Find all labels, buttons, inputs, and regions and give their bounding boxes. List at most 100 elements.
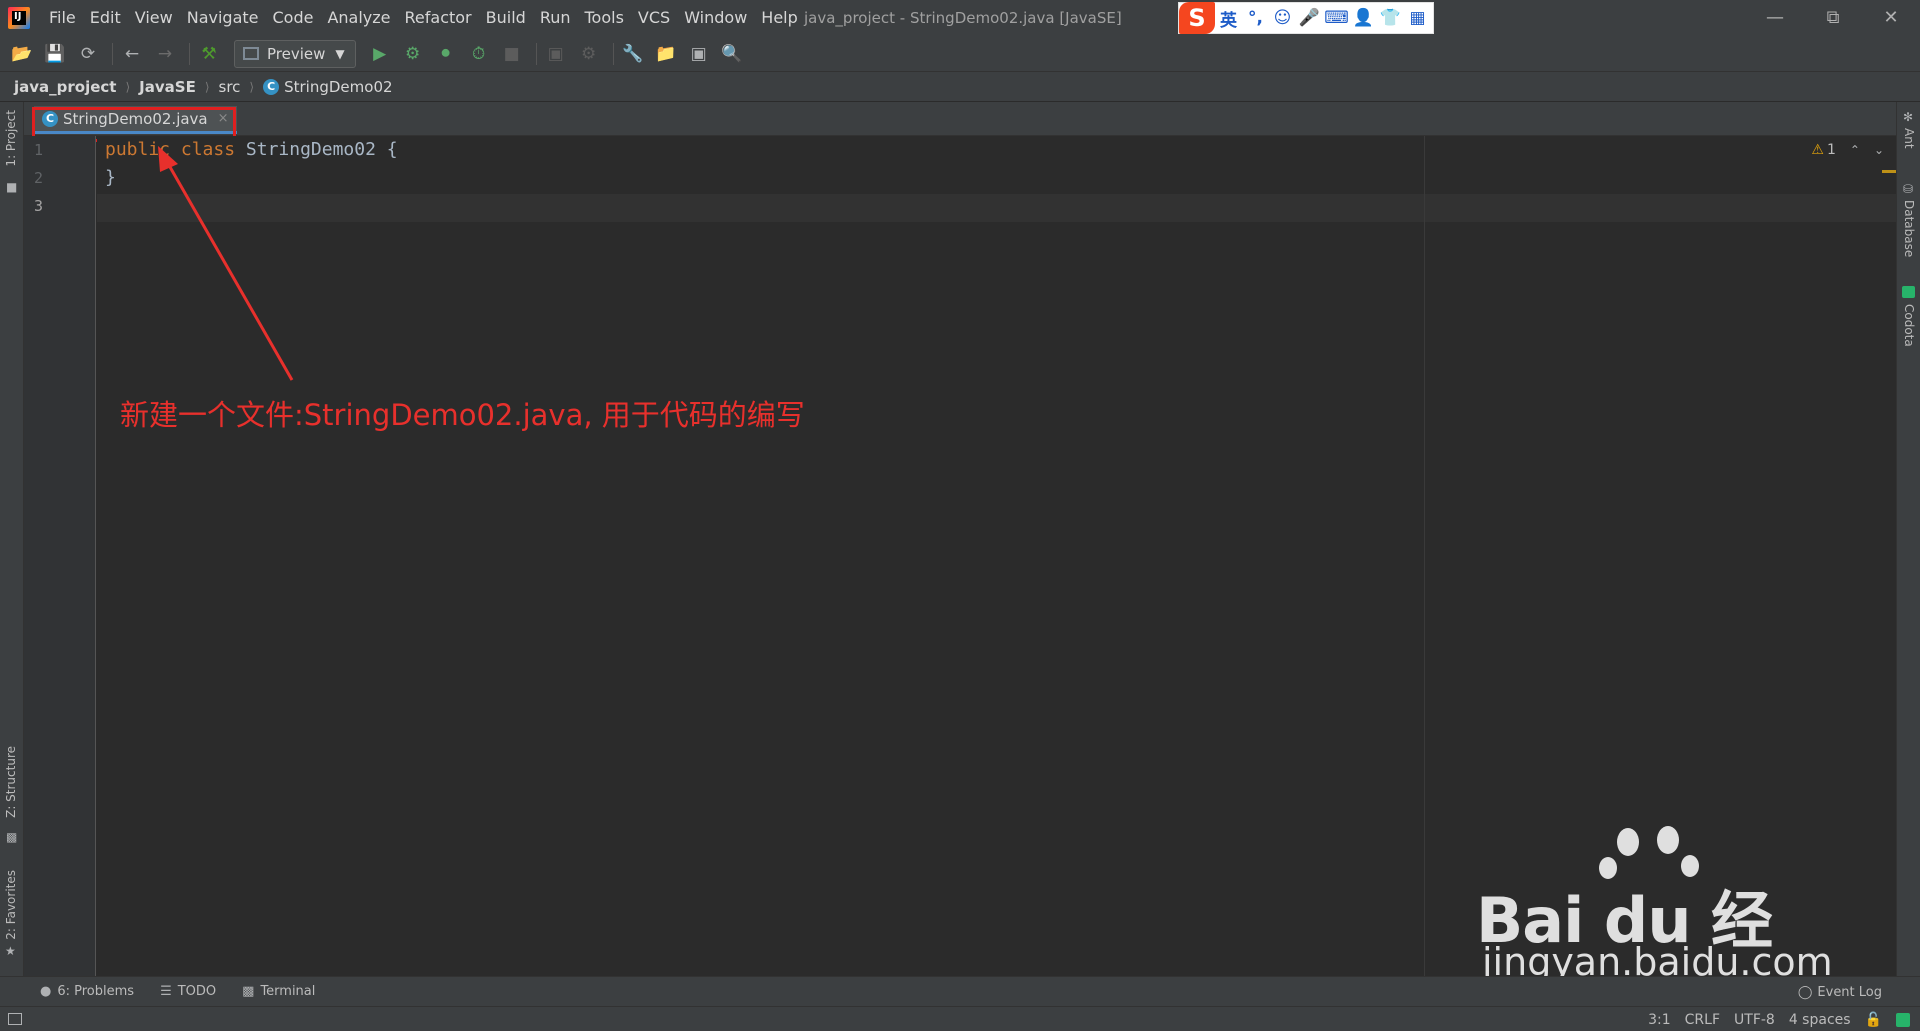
- lock-icon[interactable]: 🔓: [1865, 1012, 1882, 1028]
- code-line-1: public class StringDemo02 {: [105, 139, 398, 160]
- menu-tools[interactable]: Tools: [578, 0, 631, 36]
- restore-button[interactable]: ⧉: [1804, 0, 1862, 36]
- menu-refactor[interactable]: Refactor: [398, 0, 479, 36]
- ime-emoji-icon[interactable]: ☺: [1269, 8, 1296, 28]
- menu-vcs[interactable]: VCS: [631, 0, 677, 36]
- minimize-button[interactable]: —: [1746, 0, 1804, 36]
- ime-toolbar: S 英 °, ☺ 🎤 ⌨ 👤 👕 ▦: [1178, 2, 1434, 34]
- codota-icon: [1902, 286, 1915, 298]
- breadcrumb-module[interactable]: JavaSE: [139, 78, 196, 96]
- debug-icon[interactable]: ⚙: [399, 40, 427, 68]
- run-icon[interactable]: ▶: [366, 40, 394, 68]
- menu-navigate[interactable]: Navigate: [180, 0, 266, 36]
- warning-stripe-marker[interactable]: [1882, 170, 1896, 173]
- editor-tab-bar: C StringDemo02.java ×: [24, 102, 1896, 136]
- keyword-public: public: [105, 139, 171, 160]
- build-hammer-icon[interactable]: ⚒: [195, 40, 223, 68]
- ime-punctuation-icon[interactable]: °,: [1242, 8, 1269, 28]
- breadcrumb-chevron-icon: ⟩: [125, 79, 131, 94]
- ime-voice-icon[interactable]: 🎤: [1296, 8, 1323, 28]
- breadcrumb-project[interactable]: java_project: [14, 78, 116, 96]
- status-right-group: 3:1 CRLF UTF-8 4 spaces 🔓: [1634, 1007, 1910, 1031]
- line-separator[interactable]: CRLF: [1685, 1012, 1720, 1028]
- save-all-icon[interactable]: 💾: [41, 40, 69, 68]
- menu-file[interactable]: File: [42, 0, 83, 36]
- forward-icon[interactable]: →: [151, 40, 179, 68]
- ime-skin-icon[interactable]: 👕: [1377, 8, 1404, 28]
- attach-debugger-icon: ▣: [547, 43, 564, 64]
- project-structure-icon[interactable]: 📁: [652, 40, 680, 68]
- structure-icon: ▩: [6, 830, 18, 844]
- breadcrumb-src[interactable]: src: [219, 78, 241, 96]
- menu-edit[interactable]: Edit: [83, 0, 128, 36]
- sync-icon[interactable]: ⟳: [74, 40, 102, 68]
- breadcrumb: java_project ⟩ JavaSE ⟩ src ⟩ C StringDe…: [0, 72, 1920, 102]
- caret-position[interactable]: 3:1: [1648, 1012, 1671, 1028]
- favorites-tool-tab[interactable]: 2: Favorites: [4, 870, 18, 940]
- run-config-icon: [243, 47, 259, 60]
- ime-keyboard-icon[interactable]: ⌨: [1323, 8, 1350, 28]
- tool-window-bar: ● 6: Problems ☰ TODO ▩ Terminal ◯ Event …: [0, 976, 1920, 1006]
- terminal-tool-tab[interactable]: ▩ Terminal: [242, 984, 315, 999]
- ime-language-toggle[interactable]: 英: [1215, 6, 1242, 31]
- problems-icon: ●: [40, 984, 52, 999]
- line-number: 1: [34, 141, 44, 159]
- todo-tool-tab[interactable]: ☰ TODO: [160, 984, 216, 999]
- ime-toolbox-icon[interactable]: ▦: [1404, 8, 1431, 28]
- event-log-icon: ◯: [1797, 984, 1813, 1000]
- run-configuration-dropdown[interactable]: Preview ▼: [234, 39, 356, 68]
- intellij-logo-icon: IJ: [8, 7, 30, 29]
- warning-count: 1: [1826, 142, 1836, 158]
- sogou-logo-icon[interactable]: S: [1179, 2, 1215, 34]
- next-highlight-icon[interactable]: ⌄: [1874, 143, 1884, 157]
- toolbar-separator: [535, 42, 537, 65]
- title-bar: IJ File Edit View Navigate Code Analyze …: [0, 0, 1920, 36]
- project-tool-tab[interactable]: 1: Project: [4, 110, 18, 167]
- terminal-icon: ▩: [242, 984, 255, 999]
- search-icon[interactable]: 🔍: [718, 40, 746, 68]
- codota-status-icon[interactable]: [1896, 1012, 1910, 1027]
- stop-icon: ■: [503, 43, 520, 64]
- menu-run[interactable]: Run: [533, 0, 578, 36]
- menu-help[interactable]: Help: [754, 0, 804, 36]
- presentation-icon[interactable]: ▣: [685, 40, 713, 68]
- toggle-tool-windows-icon[interactable]: [8, 1013, 22, 1025]
- todo-label: TODO: [177, 984, 217, 999]
- settings-wrench-icon[interactable]: 🔧: [619, 40, 647, 68]
- right-margin-guide: [1424, 136, 1425, 976]
- indent-setting[interactable]: 4 spaces: [1789, 1012, 1851, 1028]
- line-number: 3: [34, 197, 44, 215]
- breadcrumb-class[interactable]: StringDemo02: [284, 78, 392, 96]
- structure-tool-tab[interactable]: Z: Structure: [4, 746, 18, 818]
- problems-label: 6: Problems: [57, 984, 135, 999]
- menu-window[interactable]: Window: [677, 0, 754, 36]
- toolbar-separator: [189, 42, 190, 65]
- file-encoding[interactable]: UTF-8: [1734, 1012, 1775, 1028]
- database-tool-tab[interactable]: Database: [1902, 200, 1916, 257]
- back-icon[interactable]: ←: [118, 40, 146, 68]
- close-window-button[interactable]: ✕: [1862, 0, 1920, 36]
- menu-code[interactable]: Code: [266, 0, 321, 36]
- menu-view[interactable]: View: [128, 0, 180, 36]
- menu-build[interactable]: Build: [479, 0, 533, 36]
- inspection-widget[interactable]: ⚠ 1 ⌃ ⌄: [1811, 142, 1884, 158]
- toolbar-separator: [612, 42, 614, 65]
- ime-user-icon[interactable]: 👤: [1350, 8, 1377, 28]
- main-toolbar: 📂 💾 ⟳ ← → ⚒ Preview ▼ ▶ ⚙ ⚫ ⏱ ■ ▣ ⚙ 🔧 📁 …: [0, 36, 1920, 72]
- database-icon: ⛁: [1903, 182, 1914, 196]
- class-declaration: StringDemo02 {: [235, 139, 398, 160]
- annotation-text: 新建一个文件:StringDemo02.java, 用于代码的编写: [120, 398, 805, 432]
- event-log-tool-tab[interactable]: ◯ Event Log: [1798, 977, 1882, 1007]
- menu-analyze[interactable]: Analyze: [320, 0, 397, 36]
- breadcrumb-chevron-icon: ⟩: [204, 79, 210, 94]
- java-class-icon: C: [263, 78, 280, 95]
- toolbar-separator: [112, 42, 113, 65]
- profile-icon[interactable]: ⏱: [465, 40, 493, 68]
- ant-tool-tab[interactable]: Ant: [1902, 128, 1916, 149]
- coverage-icon[interactable]: ⚫: [432, 40, 460, 68]
- keyword-class: class: [180, 139, 236, 160]
- problems-tool-tab[interactable]: ● 6: Problems: [40, 984, 134, 999]
- codota-tool-tab[interactable]: Codota: [1902, 304, 1916, 347]
- open-folder-icon[interactable]: 📂: [8, 40, 36, 68]
- previous-highlight-icon[interactable]: ⌃: [1850, 143, 1860, 157]
